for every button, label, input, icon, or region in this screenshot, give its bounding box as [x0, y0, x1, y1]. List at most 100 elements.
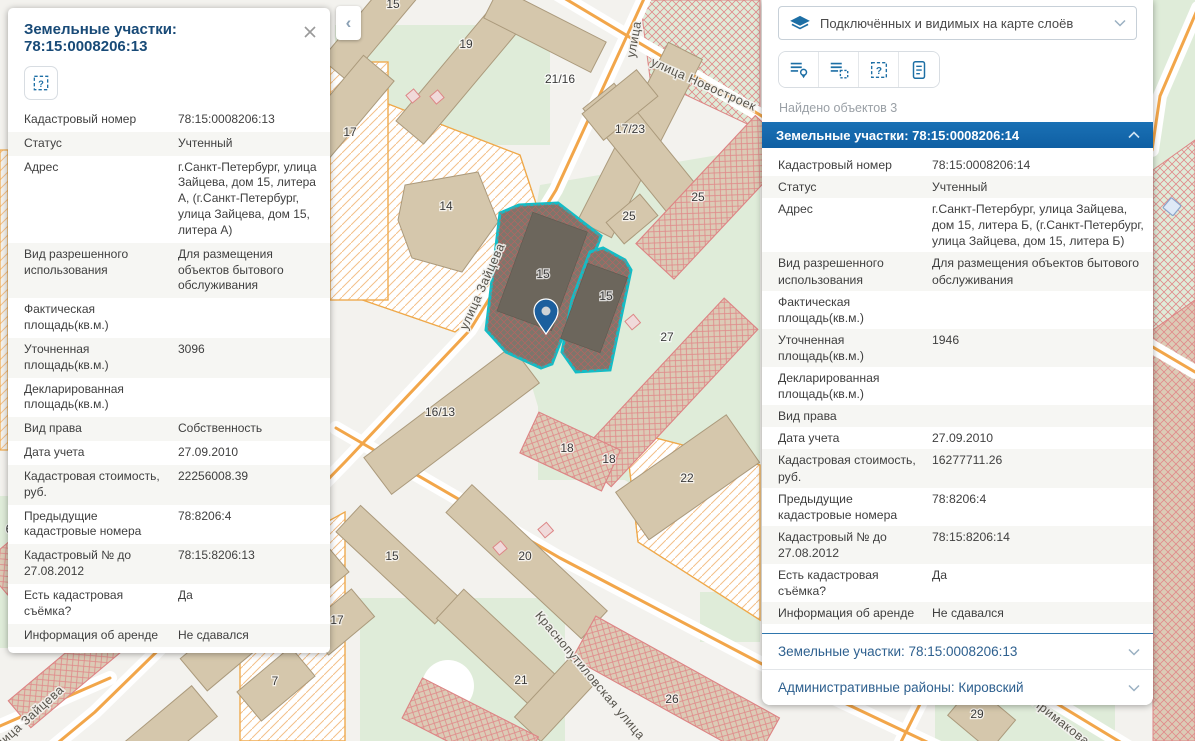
attribute-value: 78:8206:4 [178, 509, 320, 541]
building-label: 15 [536, 267, 550, 281]
results-count: Найдено объектов 3 [779, 101, 1137, 115]
building-label: 18 [602, 452, 616, 466]
search-by-point-button[interactable] [779, 52, 819, 87]
extent-question-icon: ? [868, 59, 890, 81]
result-item-header-expanded[interactable]: Земельные участки: 78:15:0008206:14 [762, 122, 1153, 148]
building-label: 19 [459, 37, 473, 51]
attribute-label: Вид разрешенного использования [24, 247, 178, 294]
search-by-extent-button[interactable] [819, 52, 859, 87]
document-icon [908, 59, 930, 81]
identify-extent-button[interactable]: ? [859, 52, 899, 87]
attribute-label: Кадастровая стоимость, руб. [778, 452, 932, 484]
building-label: 15 [386, 0, 400, 11]
attribute-label: Фактическая площадь(кв.м.) [24, 302, 178, 334]
attribute-row: Адресг.Санкт-Петербург, улица Зайцева, д… [762, 198, 1153, 252]
attribute-row: Вид праваСобственность [8, 417, 330, 441]
attribute-value: Не сдавался [178, 628, 320, 644]
attribute-value: 78:15:8206:14 [932, 529, 1145, 561]
building-label: 29 [970, 707, 984, 721]
result-item-title: Административные районы: Кировский [778, 680, 1024, 695]
extent-question-icon: ? [31, 73, 51, 93]
attribute-label: Кадастровая стоимость, руб. [24, 469, 178, 501]
attribute-value: Да [932, 567, 1145, 599]
attribute-row: Есть кадастровая съёмка?Да [8, 584, 330, 624]
attribute-label: Предыдущие кадастровые номера [778, 491, 932, 523]
attribute-row: Кадастровая стоимость, руб.16277711.26 [762, 449, 1153, 487]
layer-filter-select[interactable]: Подключённых и видимых на карте слоёв [778, 6, 1137, 40]
building-label: 27 [660, 330, 674, 344]
attribute-value: Для размещения объектов бытового обслужи… [178, 247, 320, 294]
building-label: 17 [330, 613, 344, 627]
chevron-left-icon: ‹ [346, 13, 352, 33]
attribute-value: г.Санкт-Петербург, улица Зайцева, дом 15… [178, 160, 320, 239]
attribute-value: Учтенный [932, 179, 1145, 195]
attribute-value: Собственность [178, 421, 320, 437]
attribute-row: Предыдущие кадастровые номера78:8206:4 [762, 488, 1153, 526]
attribute-label: Адрес [24, 160, 178, 239]
attribute-value: г.Санкт-Петербург, улица Зайцева, дом 15… [932, 201, 1145, 249]
building-label: 18 [560, 441, 574, 455]
attribute-value: 3096 [178, 342, 320, 374]
result-item-header-collapsed[interactable]: Земельные участки: 78:15:0008206:13 [762, 634, 1153, 670]
attribute-label: Декларированная площадь(кв.м.) [24, 382, 178, 414]
chevron-down-icon [1114, 19, 1126, 27]
layers-icon [789, 15, 811, 32]
list-extent-icon [828, 59, 850, 81]
building-label: 25 [622, 209, 636, 223]
attribute-table: Кадастровый номер78:15:0008206:13СтатусУ… [8, 108, 330, 647]
attribute-value: 78:15:8206:13 [178, 548, 320, 580]
building-label: 22 [680, 471, 694, 485]
building-label: 17 [343, 125, 357, 139]
collapse-panel-button[interactable]: ‹ [336, 6, 361, 40]
attribute-label: Уточненная площадь(кв.м.) [24, 342, 178, 374]
attribute-label: Вид права [778, 408, 932, 424]
attribute-label: Адрес [778, 201, 932, 249]
attribute-value: Учтенный [178, 136, 320, 152]
attribute-row: Информация об арендеНе сдавался [8, 624, 330, 648]
panel-title: Земельные участки: 78:15:0008206:13 [24, 21, 302, 55]
attribute-value [932, 370, 1145, 402]
attribute-value: 78:15:0008206:14 [932, 157, 1145, 173]
attribute-label: Вид разрешенного использования [778, 255, 932, 287]
building-label: 26 [665, 692, 679, 706]
attribute-label: Вид права [24, 421, 178, 437]
results-list-button[interactable] [899, 52, 939, 87]
building-label: 20 [518, 549, 532, 563]
attribute-label: Декларированная площадь(кв.м.) [778, 370, 932, 402]
result-item-header-collapsed[interactable]: Административные районы: Кировский [762, 670, 1153, 705]
attribute-value: 78:15:0008206:13 [178, 112, 320, 128]
building-label: 21/16 [545, 72, 575, 86]
attribute-value: 78:8206:4 [932, 491, 1145, 523]
attribute-row: Декларированная площадь(кв.м.) [762, 367, 1153, 405]
result-item-title: Земельные участки: 78:15:0008206:14 [776, 128, 1019, 143]
svg-text:?: ? [38, 79, 44, 89]
close-icon[interactable] [302, 23, 318, 45]
attribute-row: Предыдущие кадастровые номера78:8206:4 [8, 505, 330, 545]
building-label: 17/23 [615, 122, 645, 136]
search-toolbar: ? [778, 51, 940, 88]
result-item-title: Земельные участки: 78:15:0008206:13 [778, 644, 1017, 659]
attribute-row: Кадастровый номер78:15:0008206:14 [762, 154, 1153, 176]
attribute-row: Дата учета27.09.2010 [8, 441, 330, 465]
svg-text:?: ? [875, 66, 881, 77]
building-label: 16/13 [425, 405, 455, 419]
attribute-label: Кадастровый № до 27.08.2012 [778, 529, 932, 561]
attribute-value: 27.09.2010 [932, 430, 1145, 446]
attribute-value: 16277711.26 [932, 452, 1145, 484]
show-extent-button[interactable]: ? [24, 66, 58, 100]
attribute-value [178, 382, 320, 414]
chevron-up-icon [1128, 131, 1140, 139]
app-window: улицаулица Новостроекулица Зайцеваулица … [0, 0, 1195, 741]
attribute-label: Кадастровый № до 27.08.2012 [24, 548, 178, 580]
building-label: 7 [272, 674, 279, 688]
attribute-row: Вид разрешенного использованияДля размещ… [8, 243, 330, 298]
attribute-label: Предыдущие кадастровые номера [24, 509, 178, 541]
attribute-label: Кадастровый номер [778, 157, 932, 173]
attribute-value: 22256008.39 [178, 469, 320, 501]
attribute-label: Есть кадастровая съёмка? [24, 588, 178, 620]
attribute-value [178, 302, 320, 334]
attribute-value: 27.09.2010 [178, 445, 320, 461]
attribute-label: Дата учета [778, 430, 932, 446]
attribute-row: Информация об арендеНе сдавался [762, 602, 1153, 624]
attribute-label: Фактическая площадь(кв.м.) [778, 294, 932, 326]
